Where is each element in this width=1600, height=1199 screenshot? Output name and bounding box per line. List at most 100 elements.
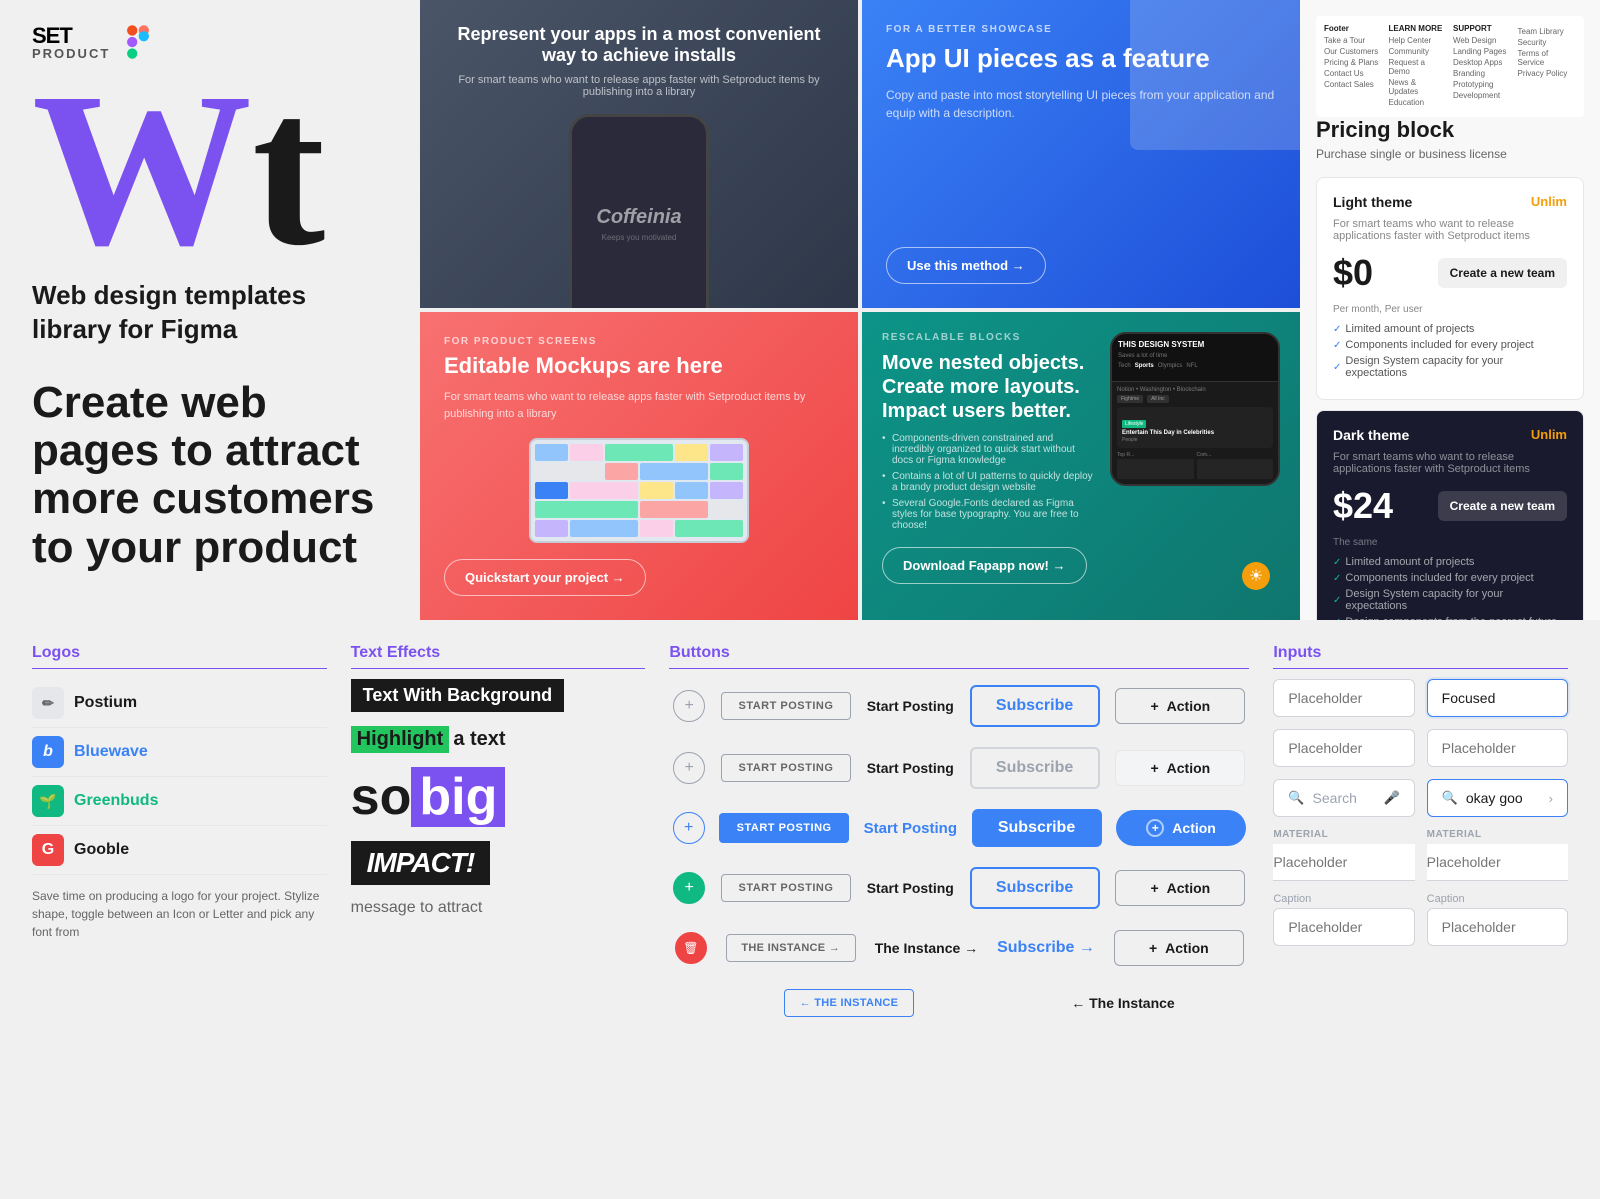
right-panel: Footer Take a Tour Our Customers Pricing… bbox=[1300, 0, 1600, 620]
check-icon: ✓ bbox=[1333, 362, 1341, 373]
caption-field-1[interactable] bbox=[1273, 908, 1414, 946]
mic-icon: 🎤 bbox=[1383, 790, 1399, 806]
action-solid[interactable]: + Action bbox=[1116, 810, 1246, 846]
app-tagline: Keeps you motivated bbox=[602, 233, 677, 242]
card4-title: Move nested objects. Create more layouts… bbox=[882, 351, 1094, 423]
bottom-section: Logos ✏ Postium b Bluewave 🌱 Greenbuds G… bbox=[0, 620, 1600, 1199]
logos-title: Logos bbox=[32, 644, 327, 669]
highlight-rest: a text bbox=[453, 728, 505, 751]
caption-field-2[interactable] bbox=[1427, 908, 1568, 946]
pricing-unlim-light: Unlim bbox=[1531, 194, 1567, 209]
subscribe-outline-4[interactable]: Subscribe bbox=[970, 867, 1100, 909]
action-outline-5[interactable]: + Action bbox=[1114, 930, 1244, 966]
input-field-focused[interactable] bbox=[1427, 679, 1568, 717]
text-effects-title: Text Effects bbox=[351, 644, 646, 669]
chevron-right-icon: › bbox=[1549, 791, 1553, 806]
letter-w: W bbox=[32, 76, 252, 263]
subscribe-outline-2[interactable]: Subscribe bbox=[970, 747, 1100, 789]
instance-text-5[interactable]: The Instance → bbox=[875, 932, 978, 964]
material-label-1: MATERIAL bbox=[1273, 829, 1414, 840]
input-placeholder-3 bbox=[1427, 729, 1568, 767]
material-field-2[interactable] bbox=[1427, 844, 1568, 881]
start-posting-text-3[interactable]: Start Posting bbox=[864, 812, 957, 845]
footer-nav: Footer Take a Tour Our Customers Pricing… bbox=[1316, 16, 1584, 117]
plus-circle-icon: + bbox=[1146, 819, 1164, 837]
caption-label-1: Caption bbox=[1273, 893, 1414, 905]
action-outline-2[interactable]: + Action bbox=[1115, 750, 1245, 786]
nav-col-learn: LEARN MORE bbox=[1389, 24, 1448, 33]
card4-bullet1: • Components-driven constrained and incr… bbox=[882, 433, 1094, 466]
check-icon: ✓ bbox=[1333, 340, 1341, 351]
letter-t: t bbox=[252, 76, 325, 263]
caption-input-2: Caption bbox=[1427, 893, 1568, 946]
material-label-2: MATERIAL bbox=[1427, 829, 1568, 840]
button-row-5: 🗑 THE INSTANCE → The Instance → Subscrib… bbox=[669, 923, 1249, 973]
start-posting-text-2[interactable]: Start Posting bbox=[867, 752, 954, 784]
input-field-2[interactable] bbox=[1273, 729, 1414, 767]
inputs-title: Inputs bbox=[1273, 644, 1568, 669]
card-1: Represent your apps in a most convenient… bbox=[420, 0, 858, 308]
attract-text: message to attract bbox=[351, 899, 483, 916]
pricing-light-features: ✓ Limited amount of projects ✓ Component… bbox=[1333, 323, 1567, 379]
text-effect-highlight: Highlight a text bbox=[351, 726, 646, 753]
search-value: okay goo bbox=[1466, 790, 1541, 806]
start-posting-text-1[interactable]: Start Posting bbox=[867, 690, 954, 722]
plus-btn-3[interactable]: + bbox=[673, 812, 705, 844]
input-field-1[interactable] bbox=[1273, 679, 1414, 717]
card2-btn[interactable]: Use this method → bbox=[886, 247, 1046, 284]
card3-desc: For smart teams who want to release apps… bbox=[444, 389, 834, 422]
instance-back-text-6[interactable]: ← The Instance bbox=[1071, 987, 1174, 1019]
pricing-title: Pricing block bbox=[1316, 117, 1584, 143]
search-icon: 🔍 bbox=[1288, 790, 1304, 806]
start-posting-solid[interactable]: START POSTING bbox=[719, 813, 849, 843]
fab-button[interactable]: ☀ bbox=[1242, 562, 1270, 590]
instance-back-btn-6[interactable]: ← THE INSTANCE bbox=[784, 989, 914, 1017]
card4-tag: RESCALABLE BLOCKS bbox=[882, 332, 1094, 343]
subscribe-outline-1[interactable]: Subscribe bbox=[970, 685, 1100, 727]
pricing-dark-theme: Dark theme bbox=[1333, 427, 1409, 443]
search-placeholder: Search bbox=[1313, 790, 1376, 806]
action-outline-1[interactable]: + Action bbox=[1115, 688, 1245, 724]
pricing-sub: Purchase single or business license bbox=[1316, 147, 1584, 161]
inputs-section: Inputs 🔍 Search 🎤 bbox=[1273, 644, 1568, 1175]
card3-btn[interactable]: Quickstart your project → bbox=[444, 559, 646, 596]
gooble-name: Gooble bbox=[74, 841, 129, 859]
input-field-3[interactable] bbox=[1427, 729, 1568, 767]
card4-btn[interactable]: Download Fapapp now! → bbox=[882, 547, 1087, 584]
gooble-icon: G bbox=[32, 834, 64, 866]
caption-input-1: Caption bbox=[1273, 893, 1414, 946]
input-placeholder-2 bbox=[1273, 729, 1414, 767]
material-input-1: MATERIAL bbox=[1273, 829, 1414, 881]
pricing-dark-price-row: $24 Create a new team bbox=[1333, 485, 1567, 527]
postium-name: Postium bbox=[74, 694, 137, 712]
plus-icon: + bbox=[1149, 940, 1157, 956]
action-outline-4[interactable]: + Action bbox=[1115, 870, 1245, 906]
plus-btn-1[interactable]: + bbox=[673, 690, 705, 722]
start-posting-outline-2[interactable]: START POSTING bbox=[721, 754, 851, 782]
button-row-3: + START POSTING Start Posting Subscribe … bbox=[669, 803, 1249, 853]
check-icon: ✓ bbox=[1333, 617, 1341, 621]
check-icon: ✓ bbox=[1333, 595, 1341, 606]
card-2: FOR A BETTER SHOWCASE App UI pieces as a… bbox=[862, 0, 1300, 308]
subscribe-solid[interactable]: Subscribe bbox=[972, 809, 1102, 847]
subscribe-text-5[interactable]: Subscribe → bbox=[997, 929, 1095, 967]
plus-icon: + bbox=[1150, 698, 1158, 714]
button-row-1: + START POSTING Start Posting Subscribe … bbox=[669, 679, 1249, 733]
instance-btn-5[interactable]: THE INSTANCE → bbox=[726, 934, 856, 962]
start-posting-text-4[interactable]: Start Posting bbox=[867, 872, 954, 904]
material-field-1[interactable] bbox=[1273, 844, 1414, 881]
card4-bullet3: • Several Google.Fonts declared as Figma… bbox=[882, 498, 1094, 531]
pricing-create-team-btn[interactable]: Create a new team bbox=[1438, 258, 1567, 288]
plus-btn-4[interactable]: + bbox=[673, 872, 705, 904]
app-name: Coffeinia bbox=[596, 206, 681, 229]
nav-col-support: SUPPORT bbox=[1453, 24, 1512, 33]
start-posting-outline-1[interactable]: START POSTING bbox=[721, 692, 851, 720]
delete-btn-5[interactable]: 🗑 bbox=[675, 932, 707, 964]
button-row-6: ← THE INSTANCE ← The Instance bbox=[669, 981, 1249, 1025]
start-posting-outline-4[interactable]: START POSTING bbox=[721, 874, 851, 902]
tagline: Web design templates library for Figma bbox=[32, 279, 388, 347]
plus-btn-2[interactable]: + bbox=[673, 752, 705, 784]
logos-desc: Save time on producing a logo for your p… bbox=[32, 887, 327, 941]
search-input-2: 🔍 okay goo › bbox=[1427, 779, 1568, 817]
pricing-dark-create-btn[interactable]: Create a new team bbox=[1438, 491, 1567, 521]
